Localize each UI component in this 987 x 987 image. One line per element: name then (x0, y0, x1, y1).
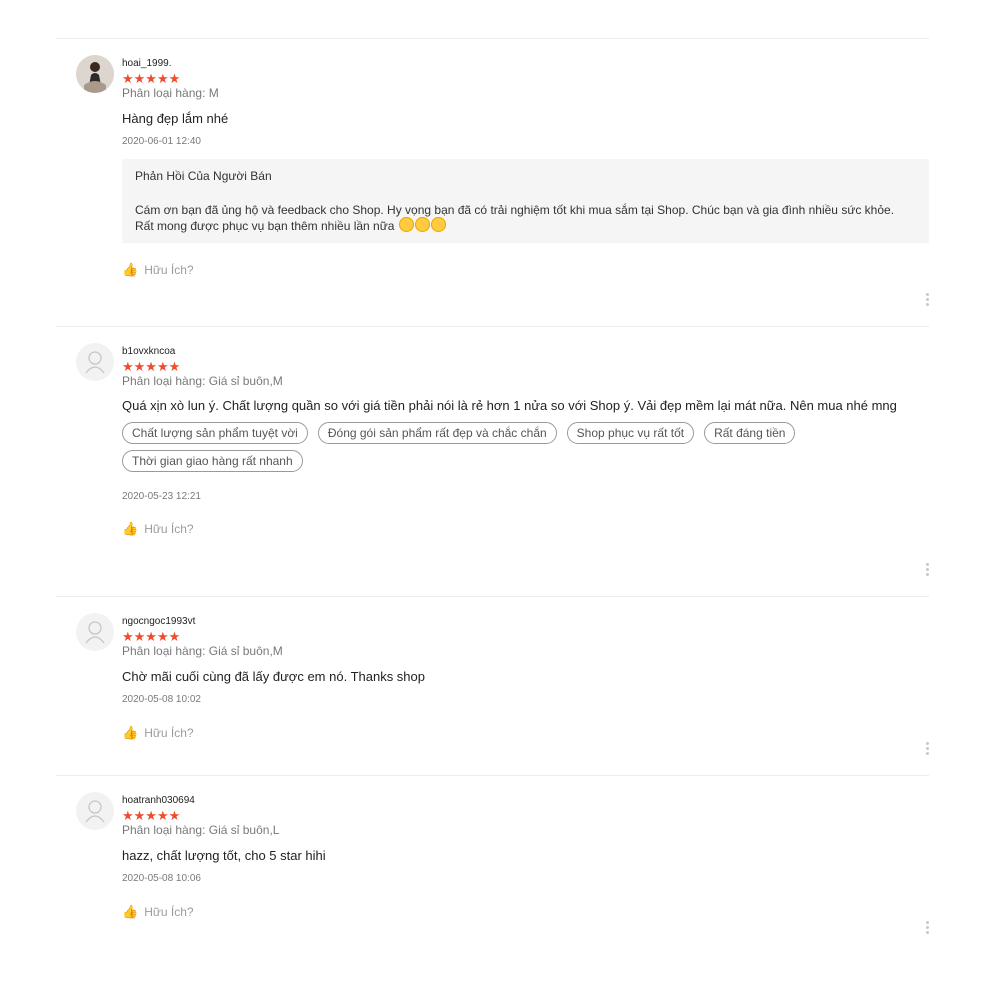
thumbs-up-icon: 👍 (122, 262, 139, 277)
more-vertical-icon[interactable] (926, 293, 930, 308)
review-tag: Shop phục vụ rất tốt (566, 422, 695, 444)
review-list: hoai_1999. ★★★★★ Phân loại hàng: M Hàng … (56, 38, 929, 954)
rating-stars: ★★★★★ (122, 359, 181, 374)
username[interactable]: b1ovxkncoa (122, 346, 929, 358)
seller-reply-text: Cám ơn bạn đã ủng hộ và feedback cho Sho… (135, 203, 916, 233)
variation-label: Phân loại hàng: Giá sỉ buôn,L (122, 823, 280, 837)
more-vertical-icon[interactable] (926, 563, 930, 578)
review-time: 2020-06-01 12:40 (122, 136, 201, 147)
kissing-emoji-icon (414, 217, 430, 232)
review-tag: Rất đáng tiền (704, 422, 796, 444)
helpful-button[interactable]: 👍 Hữu Ích? (122, 262, 929, 278)
kissing-emoji-icon (430, 217, 446, 232)
helpful-button[interactable]: 👍 Hữu Ích? (122, 521, 929, 537)
variation-label: Phân loại hàng: Giá sỉ buôn,M (122, 374, 283, 388)
default-avatar-icon (85, 351, 105, 374)
review-comment: Hàng đẹp lắm nhé (122, 111, 229, 126)
review-item: hoai_1999. ★★★★★ Phân loại hàng: M Hàng … (56, 39, 929, 327)
user-avatar-photo[interactable] (76, 55, 114, 93)
more-vertical-icon[interactable] (926, 742, 930, 757)
review-tags: Chất lượng sản phẩm tuyệt vời Đóng gói s… (122, 422, 912, 472)
seller-reply-title: Phản Hồi Của Người Bán (135, 169, 272, 183)
username[interactable]: hoatranh030694 (122, 795, 929, 807)
review-time: 2020-05-08 10:06 (122, 873, 201, 884)
review-tag: Đóng gói sản phẩm rất đẹp và chắc chắn (317, 422, 557, 444)
variation-label: Phân loại hàng: Giá sỉ buôn,M (122, 644, 283, 658)
thumbs-up-icon: 👍 (122, 521, 139, 536)
review-time: 2020-05-08 10:02 (122, 694, 201, 705)
kissing-emoji-icon (398, 217, 414, 232)
helpful-button[interactable]: 👍 Hữu Ích? (122, 725, 929, 741)
review-comment: Chờ mãi cuối cùng đã lấy được em nó. Tha… (122, 669, 425, 684)
review-item: b1ovxkncoa ★★★★★ Phân loại hàng: Giá sỉ … (56, 327, 929, 597)
default-avatar-icon (85, 800, 105, 823)
helpful-label: Hữu Ích? (144, 726, 194, 740)
seller-reply: Phản Hồi Của Người Bán Cám ơn bạn đã ủng… (122, 159, 929, 243)
username[interactable]: ngocngoc1993vt (122, 616, 929, 628)
user-avatar[interactable] (76, 613, 114, 651)
seller-reply-body: Cám ơn bạn đã ủng hộ và feedback cho Sho… (135, 203, 895, 233)
review-item: ngocngoc1993vt ★★★★★ Phân loại hàng: Giá… (56, 597, 929, 776)
review-comment: hazz, chất lượng tốt, cho 5 star hihi (122, 848, 326, 863)
variation-label: Phân loại hàng: M (122, 86, 219, 100)
thumbs-up-icon: 👍 (122, 725, 139, 740)
rating-stars: ★★★★★ (122, 71, 181, 86)
helpful-label: Hữu Ích? (144, 905, 194, 919)
helpful-button[interactable]: 👍 Hữu Ích? (122, 904, 929, 920)
review-item: hoatranh030694 ★★★★★ Phân loại hàng: Giá… (56, 776, 929, 954)
thumbs-up-icon: 👍 (122, 904, 139, 919)
rating-stars: ★★★★★ (122, 808, 181, 823)
avatar-photo-icon (76, 55, 114, 93)
default-avatar-icon (85, 621, 105, 644)
review-comment: Quá xịn xò lun ý. Chất lượng quần so với… (122, 398, 897, 413)
rating-stars: ★★★★★ (122, 629, 181, 644)
review-tag: Chất lượng sản phẩm tuyệt vời (122, 422, 308, 444)
user-avatar[interactable] (76, 343, 114, 381)
more-vertical-icon[interactable] (926, 921, 930, 936)
helpful-label: Hữu Ích? (144, 263, 194, 277)
user-avatar[interactable] (76, 792, 114, 830)
username[interactable]: hoai_1999. (122, 58, 929, 70)
helpful-label: Hữu Ích? (144, 522, 194, 536)
review-tag: Thời gian giao hàng rất nhanh (122, 450, 303, 472)
review-time: 2020-05-23 12:21 (122, 491, 201, 502)
